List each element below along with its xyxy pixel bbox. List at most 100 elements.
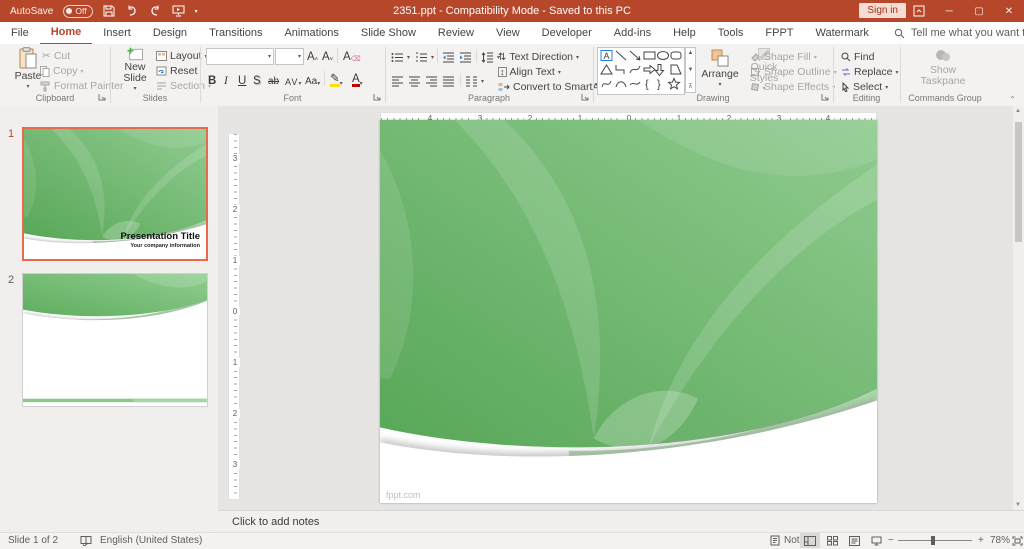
ribbon-display-options-icon[interactable]	[904, 0, 934, 22]
scroll-up-icon[interactable]: ▲	[1015, 108, 1021, 114]
notes-pane[interactable]: Click to add notes	[218, 510, 1024, 532]
justify-button[interactable]	[442, 74, 455, 88]
align-left-button[interactable]	[391, 74, 404, 88]
save-icon[interactable]	[103, 5, 116, 18]
decrease-indent-button[interactable]	[442, 50, 455, 64]
strikethrough-button[interactable]: ab	[268, 73, 279, 87]
copy-button[interactable]: Copy ▾	[40, 64, 84, 78]
tab-home[interactable]: Home	[39, 21, 93, 45]
font-size-combobox[interactable]: ▾	[275, 48, 304, 65]
numbering-button[interactable]: ▾	[415, 50, 434, 64]
italic-button[interactable]: I	[224, 73, 228, 87]
tab-file[interactable]: File	[0, 22, 40, 44]
tab-help[interactable]: Help	[662, 22, 707, 44]
reset-button[interactable]: Reset	[156, 64, 197, 78]
minimize-button[interactable]: ─	[934, 0, 964, 22]
slide-thumbnail-1[interactable]: Presentation Title Your company informat…	[22, 127, 208, 261]
tab-review[interactable]: Review	[427, 22, 485, 44]
zoom-in-button[interactable]: +	[978, 533, 984, 548]
shapes-gallery-scrollbar[interactable]: ▲ ▼ ⊼	[685, 47, 696, 93]
sign-in-button[interactable]: Sign in	[859, 3, 906, 18]
align-right-button[interactable]	[425, 74, 438, 88]
bullets-button[interactable]: ▾	[391, 50, 410, 64]
paragraph-dialog-launcher-icon[interactable]	[581, 93, 590, 102]
fit-slide-to-window-button[interactable]	[1012, 533, 1023, 548]
dropdown-arrow: ▾	[407, 54, 411, 61]
collapse-ribbon-icon[interactable]: ⌃	[1009, 95, 1016, 104]
cut-button[interactable]: ✂ Cut	[42, 49, 70, 63]
shape-effects-button[interactable]: Shape Effects▾	[750, 80, 835, 94]
shrink-font-button[interactable]: A ˅	[322, 49, 333, 63]
show-taskpane-button[interactable]: Show Taskpane	[920, 47, 966, 95]
close-button[interactable]: ✕	[994, 0, 1024, 22]
select-button[interactable]: Select ▾	[841, 80, 888, 94]
tab-developer[interactable]: Developer	[531, 22, 603, 44]
tab-watermark[interactable]: Watermark	[805, 22, 880, 44]
align-text-button[interactable]: ↕ Align Text ▾	[498, 65, 561, 79]
zoom-level[interactable]: 78%	[990, 533, 1010, 548]
vertical-ruler[interactable]: 3 2 1 0 1 2 3	[228, 133, 240, 500]
replace-button[interactable]: Replace ▾	[841, 65, 899, 79]
shapes-gallery[interactable]: A {}	[597, 47, 685, 95]
text-shadow-button[interactable]: S	[253, 73, 261, 87]
tab-view[interactable]: View	[485, 22, 531, 44]
font-color-button[interactable]: A ▾	[352, 73, 363, 87]
clear-formatting-button[interactable]: A ⌫	[343, 49, 361, 63]
slideshow-view-button[interactable]	[866, 533, 886, 548]
tab-design[interactable]: Design	[142, 22, 198, 44]
tab-insert[interactable]: Insert	[92, 22, 142, 44]
text-direction-button[interactable]: ⇅ Text Direction ▾	[498, 50, 579, 64]
autosave-toggle[interactable]: Off	[63, 4, 93, 18]
tab-slideshow[interactable]: Slide Show	[350, 22, 427, 44]
tab-tools[interactable]: Tools	[707, 22, 755, 44]
arrange-button[interactable]: Arrange ▾	[699, 47, 741, 95]
zoom-slider[interactable]	[898, 533, 972, 548]
scroll-up-icon[interactable]: ▲	[688, 50, 694, 56]
scrollbar-thumb[interactable]	[1015, 122, 1022, 242]
tab-transitions[interactable]: Transitions	[198, 22, 273, 44]
bold-button[interactable]: B	[208, 73, 216, 87]
vertical-scrollbar[interactable]: ▲ ▼	[1013, 106, 1024, 510]
underline-button[interactable]: U	[238, 73, 246, 87]
undo-icon[interactable]	[126, 5, 139, 18]
start-slideshow-icon[interactable]	[172, 5, 185, 18]
drawing-dialog-launcher-icon[interactable]	[821, 93, 830, 102]
character-spacing-button[interactable]: AV ▾	[285, 73, 302, 87]
reading-view-button[interactable]	[844, 533, 864, 548]
tab-fppt[interactable]: FPPT	[754, 22, 804, 44]
scroll-down-icon[interactable]: ▼	[688, 67, 694, 73]
shape-fill-button[interactable]: Shape Fill ▾	[750, 50, 817, 64]
zoom-out-button[interactable]: −	[888, 533, 894, 548]
thumbnail-2-number: 2	[8, 274, 15, 286]
more-shapes-icon[interactable]: ⊼	[688, 83, 692, 90]
group-label-editing: Editing	[852, 93, 881, 103]
tab-animations[interactable]: Animations	[273, 22, 349, 44]
slide-sorter-view-button[interactable]	[822, 533, 842, 548]
change-case-button[interactable]: Aa ▾	[305, 73, 320, 87]
reset-icon	[156, 66, 167, 76]
main-slide[interactable]: Presentation Title Your company informat…	[380, 120, 877, 503]
increase-indent-button[interactable]	[459, 50, 472, 64]
redo-icon[interactable]	[149, 5, 162, 18]
font-dialog-launcher-icon[interactable]	[373, 93, 382, 102]
shape-outline-button[interactable]: Shape Outline ▾	[750, 65, 837, 79]
zoom-slider-thumb[interactable]	[931, 536, 935, 545]
maximize-button[interactable]: ▢	[964, 0, 994, 22]
tab-addins[interactable]: Add-ins	[603, 22, 662, 44]
slide-indicator[interactable]: Slide 1 of 2	[8, 533, 58, 548]
scroll-down-icon[interactable]: ▼	[1015, 502, 1021, 508]
slide-thumbnail-2[interactable]	[22, 273, 208, 407]
find-button[interactable]: Find	[841, 50, 874, 64]
customize-qat-icon[interactable]: ▾	[195, 8, 198, 15]
clipboard-dialog-launcher-icon[interactable]	[98, 93, 107, 102]
language-indicator[interactable]: English (United States)	[100, 533, 202, 548]
grow-font-button[interactable]: A ˄	[307, 49, 318, 63]
new-slide-button[interactable]: New Slide ▾	[112, 47, 158, 95]
font-name-combobox[interactable]: ▾	[206, 48, 274, 65]
align-center-button[interactable]	[408, 74, 421, 88]
normal-view-button[interactable]	[800, 533, 820, 548]
columns-button[interactable]: ▾	[465, 74, 484, 88]
highlight-color-button[interactable]: ✎ ▾	[330, 73, 343, 87]
tell-me-search[interactable]: Tell me what you want to do	[894, 27, 1024, 39]
spellcheck-icon[interactable]	[80, 533, 92, 548]
